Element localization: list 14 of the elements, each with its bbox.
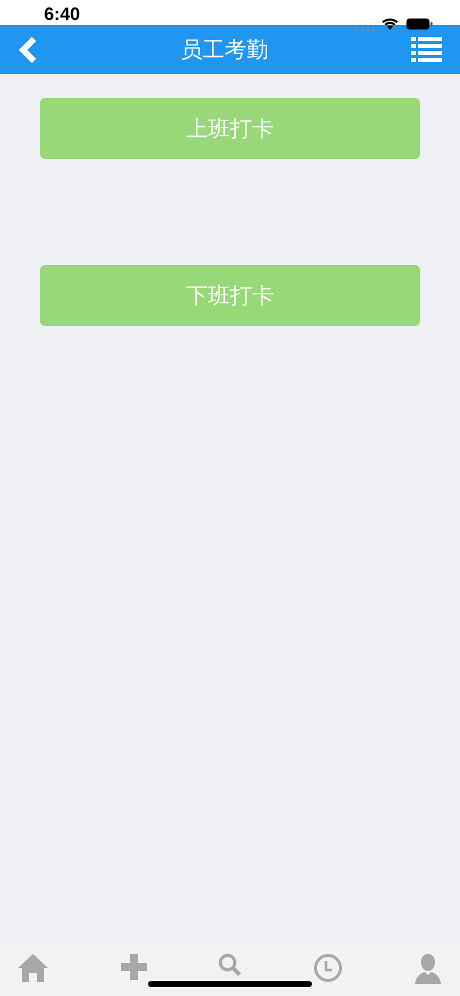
punch-button[interactable]: 下班打卡 xyxy=(40,265,420,326)
signal-icon xyxy=(355,28,376,32)
list-icon[interactable] xyxy=(411,36,442,64)
status-time: 6:40 xyxy=(44,5,80,23)
punch-button[interactable]: 上班打卡 xyxy=(40,98,420,159)
clock-icon[interactable] xyxy=(312,953,342,983)
search-icon[interactable] xyxy=(218,953,242,977)
back-icon[interactable] xyxy=(18,36,38,64)
person-icon[interactable] xyxy=(413,953,443,985)
plus-icon[interactable] xyxy=(120,953,148,981)
battery-icon xyxy=(406,18,433,30)
wifi-icon xyxy=(381,17,399,31)
home-icon[interactable] xyxy=(17,953,49,983)
screen-title: 员工考勤 xyxy=(180,36,268,64)
